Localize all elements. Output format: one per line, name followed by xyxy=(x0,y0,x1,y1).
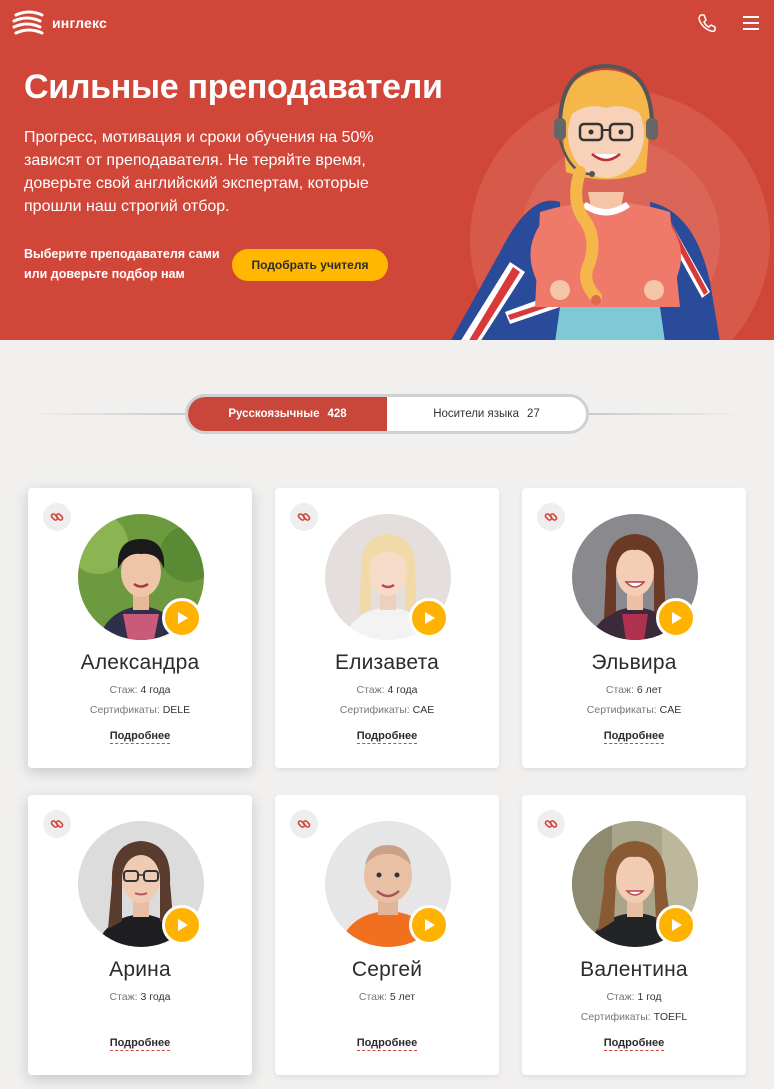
more-link[interactable]: Подробнее xyxy=(275,1037,499,1051)
teacher-card[interactable]: Валентина Стаж: 1 год Сертификаты: TOEFL… xyxy=(522,795,746,1075)
copy-link-button[interactable] xyxy=(43,503,71,531)
more-link[interactable]: Подробнее xyxy=(275,730,499,744)
play-icon xyxy=(425,919,435,931)
more-link[interactable]: Подробнее xyxy=(28,730,252,744)
teacher-certificates: Сертификаты: CAE xyxy=(586,704,682,716)
teacher-certificates: Сертификаты: CAE xyxy=(339,704,435,716)
teacher-experience: Стаж: 3 года xyxy=(109,991,171,1003)
more-link[interactable]: Подробнее xyxy=(28,1037,252,1051)
video-play-button[interactable] xyxy=(656,905,696,945)
teacher-name: Елизавета xyxy=(334,651,440,674)
link-icon xyxy=(297,513,311,521)
copy-link-button[interactable] xyxy=(537,503,565,531)
logo[interactable]: инглекс xyxy=(12,10,107,36)
copy-link-button[interactable] xyxy=(537,810,565,838)
teacher-name: Валентина xyxy=(580,958,688,981)
link-icon xyxy=(50,820,64,828)
teacher-mascot-illustration xyxy=(451,63,720,340)
phone-icon xyxy=(698,14,716,33)
tab-count: 27 xyxy=(527,408,540,420)
tabs-divider-left xyxy=(28,413,188,415)
tab-label: Носители языка xyxy=(433,408,519,420)
teacher-card[interactable]: Арина Стаж: 3 года Подробнее xyxy=(28,795,252,1075)
teacher-photo xyxy=(325,514,451,640)
link-icon xyxy=(544,513,558,521)
tab-count: 428 xyxy=(327,408,347,420)
tab-russian-speaking[interactable]: Русскоязычные 428 xyxy=(188,397,387,431)
teacher-name: Эльвира xyxy=(591,651,677,674)
teacher-experience: Стаж: 1 год xyxy=(606,991,662,1003)
tab-label: Русскоязычные xyxy=(228,408,320,420)
play-icon xyxy=(672,612,682,624)
teacher-card[interactable]: Елизавета Стаж: 4 года Сертификаты: CAE … xyxy=(275,488,499,768)
copy-link-button[interactable] xyxy=(290,810,318,838)
find-teacher-button[interactable]: Подобрать учителя xyxy=(232,249,388,281)
menu-icon xyxy=(743,16,759,30)
copy-link-button[interactable] xyxy=(43,810,71,838)
video-play-button[interactable] xyxy=(162,905,202,945)
video-play-button[interactable] xyxy=(162,598,202,638)
teacher-experience: Стаж: 4 года xyxy=(109,684,171,696)
play-icon xyxy=(178,612,188,624)
video-play-button[interactable] xyxy=(656,598,696,638)
video-play-button[interactable] xyxy=(409,905,449,945)
phone-button[interactable] xyxy=(696,12,718,34)
play-icon xyxy=(425,612,435,624)
logo-icon xyxy=(12,10,44,35)
copy-link-button[interactable] xyxy=(290,503,318,531)
teacher-photo xyxy=(78,821,204,947)
teacher-photo xyxy=(325,821,451,947)
teacher-photo xyxy=(68,514,216,640)
play-icon xyxy=(672,919,682,931)
play-icon xyxy=(178,919,188,931)
teacher-photo xyxy=(572,821,698,947)
more-link[interactable]: Подробнее xyxy=(522,730,746,744)
teacher-name: Сергей xyxy=(351,958,423,981)
teacher-card[interactable]: Эльвира Стаж: 6 лет Сертификаты: CAE Под… xyxy=(522,488,746,768)
hero-banner: инглекс Сильные преподаватели Прогресс, … xyxy=(0,0,774,340)
more-link[interactable]: Подробнее xyxy=(522,1037,746,1051)
page-title: Сильные преподаватели xyxy=(24,68,443,106)
logo-text: инглекс xyxy=(52,15,108,31)
link-icon xyxy=(544,820,558,828)
teacher-name: Александра xyxy=(80,651,200,674)
teacher-card[interactable]: Сергей Стаж: 5 лет Подробнее xyxy=(275,795,499,1075)
teacher-photo xyxy=(572,514,698,640)
hero-description: Прогресс, мотивация и сроки обучения на … xyxy=(24,129,374,215)
teacher-certificates: Сертификаты: TOEFL xyxy=(580,1011,688,1023)
link-icon xyxy=(50,513,64,521)
menu-button[interactable] xyxy=(742,14,760,32)
teacher-experience: Стаж: 5 лет xyxy=(358,991,416,1003)
video-play-button[interactable] xyxy=(409,598,449,638)
teacher-name: Арина xyxy=(109,958,171,981)
tabs-divider-right xyxy=(586,413,746,415)
teacher-card[interactable]: Александра Стаж: 4 года Сертификаты: DEL… xyxy=(28,488,252,768)
tab-native-speakers[interactable]: Носители языка 27 xyxy=(387,397,586,431)
hero-cta-text: Выберите преподавателя сами или доверьте… xyxy=(24,247,220,281)
teacher-experience: Стаж: 6 лет xyxy=(605,684,663,696)
link-icon xyxy=(297,820,311,828)
teacher-certificates: Сертификаты: DELE xyxy=(89,704,191,716)
teacher-experience: Стаж: 4 года xyxy=(356,684,418,696)
teacher-tabs: Русскоязычные 428 Носители языка 27 xyxy=(185,394,589,434)
